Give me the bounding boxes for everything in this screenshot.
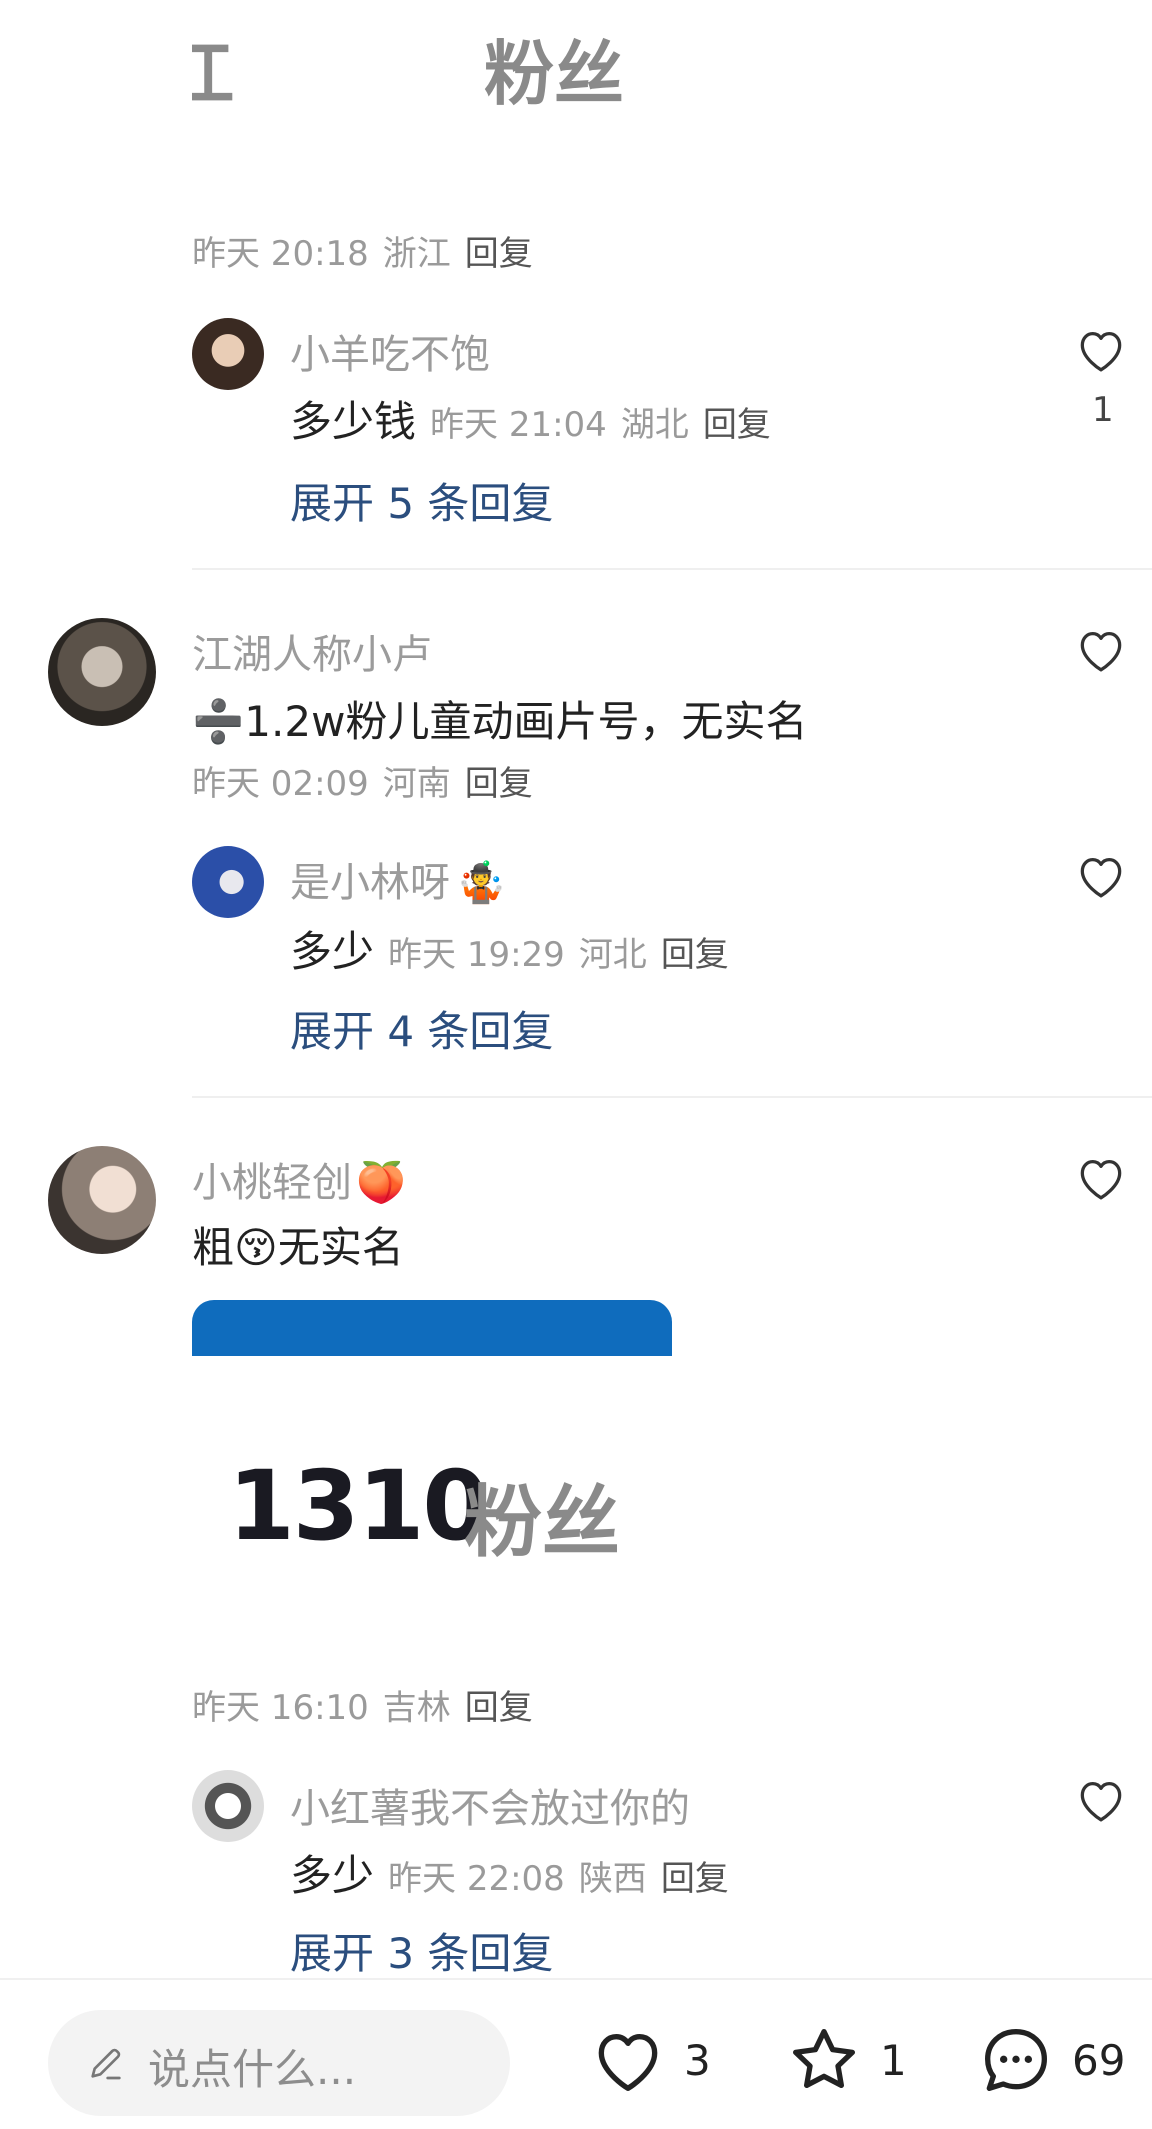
comment-avatar[interactable]	[48, 618, 156, 726]
reply-text: 多少钱	[290, 397, 417, 446]
expand-replies-link[interactable]: 展开 4 条回复	[290, 998, 553, 1059]
reply-avatar[interactable]	[192, 846, 264, 918]
heart-icon	[598, 2034, 658, 2091]
heart-icon	[1080, 1782, 1122, 1822]
image-fans-label: 粉丝	[484, 33, 624, 115]
chat-bubble-icon	[985, 2029, 1047, 2091]
comment-meta: 昨天 16:10 吉林 回复	[192, 1680, 533, 1729]
kissing-emoji: 😚	[234, 1223, 278, 1272]
comment-avatar[interactable]	[48, 1146, 156, 1254]
comment-image-top[interactable]: 江 粉丝	[192, 0, 672, 120]
reply-location: 湖北	[620, 405, 689, 445]
reply-body: 多少 昨天 22:08 陕西 回复	[290, 1842, 729, 1903]
reply-username[interactable]: 小羊吃不饱	[290, 322, 490, 380]
peach-emoji: 🍑	[356, 1160, 406, 1206]
expand-replies-link[interactable]: 展开 3 条回复	[290, 1920, 553, 1981]
reply-button[interactable]: 回复	[661, 927, 729, 976]
star-icon	[793, 2029, 855, 2088]
reply-avatar[interactable]	[192, 1770, 264, 1842]
comment-text: 粗 😚 无实名	[192, 1214, 404, 1275]
heart-icon	[1080, 858, 1122, 898]
post-comment-count: 69	[1072, 2035, 1126, 2085]
reply-username[interactable]: 小红薯我不会放过你的	[290, 1776, 690, 1834]
favorite-post-button[interactable]: 1	[784, 2010, 907, 2110]
comment-username-row: 小桃轻创 🍑	[192, 1150, 406, 1208]
reply-button[interactable]: 回复	[465, 226, 533, 275]
input-placeholder: 说点什么...	[148, 2045, 357, 2094]
reply-username-row: 是小林呀 🤹	[290, 850, 506, 908]
pencil-icon	[91, 2048, 121, 2080]
like-button[interactable]	[1073, 322, 1129, 382]
juggler-emoji: 🤹	[456, 860, 506, 906]
reply-location: 陕西	[578, 1859, 647, 1899]
comment-text-suffix: 无实名	[277, 1223, 404, 1272]
comments-button[interactable]: 69	[976, 2010, 1125, 2110]
heart-icon	[1080, 332, 1122, 372]
reply-text: 多少	[290, 1851, 375, 1900]
like-button[interactable]	[1073, 1150, 1129, 1210]
comment-location: 浙江	[382, 234, 451, 274]
comment-username[interactable]: 江湖人称小卢	[192, 622, 432, 680]
reply-body: 多少 昨天 19:29 河北 回复	[290, 918, 729, 979]
comment-time: 昨天 16:10	[192, 1688, 369, 1728]
like-post-button[interactable]: 3	[588, 2010, 711, 2110]
image-fans-label: 粉丝	[464, 1478, 621, 1568]
reply-time: 昨天 21:04	[430, 405, 607, 445]
post-like-count: 3	[684, 2035, 711, 2085]
like-button[interactable]	[1073, 1772, 1129, 1832]
reply-time: 昨天 19:29	[388, 935, 565, 975]
reply-location: 河北	[578, 935, 647, 975]
reply-username[interactable]: 是小林呀	[290, 850, 450, 908]
reply-button[interactable]: 回复	[661, 1851, 729, 1900]
reply-button[interactable]: 回复	[703, 397, 771, 446]
comment-text: ➗1.2w粉儿童动画片号，无实名	[192, 697, 808, 746]
reply-time: 昨天 22:08	[388, 1859, 565, 1899]
comment-location: 河南	[382, 764, 451, 804]
image-fans-count: 1310	[228, 1450, 489, 1562]
expand-replies-link[interactable]: 展开 5 条回复	[290, 470, 553, 531]
comment-time: 昨天 20:18	[192, 234, 369, 274]
post-favorite-count: 1	[880, 2035, 907, 2085]
reply-text: 多少	[290, 927, 375, 976]
like-count: 1	[1092, 390, 1114, 430]
reply-avatar[interactable]	[192, 318, 264, 390]
comment-username[interactable]: 小桃轻创	[192, 1150, 352, 1208]
comment-input[interactable]: 说点什么...	[48, 2010, 510, 2116]
heart-icon	[1080, 632, 1122, 672]
reply-body: 多少钱 昨天 21:04 湖北 回复	[290, 388, 771, 449]
comment-meta: 昨天 02:09 河南 回复	[192, 756, 533, 805]
comment-location: 吉林	[382, 1688, 451, 1728]
comment-text-prefix: 粗	[192, 1223, 235, 1272]
divider	[192, 1096, 1152, 1098]
divider	[192, 568, 1152, 570]
image-partial-text: 江	[192, 33, 234, 115]
reply-button[interactable]: 回复	[465, 756, 533, 805]
comment-meta: 昨天 20:18 浙江 回复	[192, 226, 533, 275]
like-button[interactable]	[1073, 622, 1129, 682]
comment-time: 昨天 02:09	[192, 764, 369, 804]
comment-image[interactable]: 1310 粉丝	[192, 1300, 672, 1620]
like-button[interactable]	[1073, 848, 1129, 908]
heart-icon	[1080, 1160, 1122, 1200]
reply-button[interactable]: 回复	[465, 1680, 533, 1729]
image-blue-bar	[192, 1300, 672, 1356]
bottom-action-bar: 说点什么... 3 1 69	[0, 1978, 1152, 2129]
